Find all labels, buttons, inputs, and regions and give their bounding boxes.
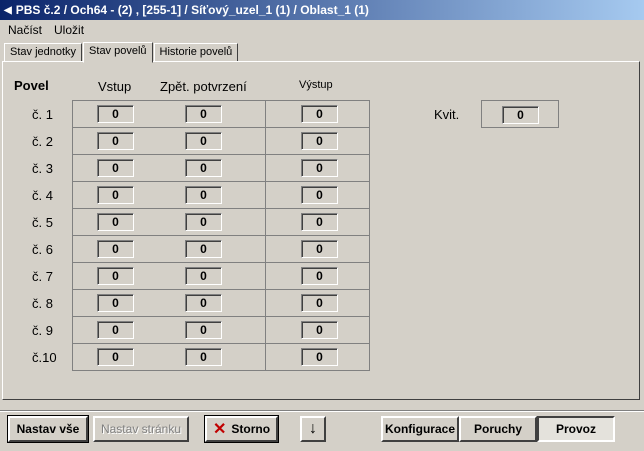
set-all-label: Nastav vše <box>16 422 80 436</box>
operation-button[interactable]: Provoz <box>537 416 615 442</box>
set-page-label: Nastav stránku <box>100 422 182 436</box>
row-label: č. 5 <box>32 215 53 230</box>
cell-zpet: 0 <box>185 159 222 177</box>
row-label: č. 7 <box>32 269 53 284</box>
cell-vstup: 0 <box>97 132 134 150</box>
operation-label: Provoz <box>555 422 596 436</box>
cell-zpet: 0 <box>185 321 222 339</box>
cell-zpet: 0 <box>185 267 222 285</box>
row-label: č. 2 <box>32 134 53 149</box>
column-header-vstup: Vstup <box>98 79 132 94</box>
red-x-icon: ✕ <box>212 421 227 438</box>
table-row: 0 0 0 <box>73 182 369 209</box>
kvit-label: Kvit. <box>434 107 460 122</box>
cell-zpet: 0 <box>185 240 222 258</box>
kvit-value: 0 <box>502 106 539 124</box>
table-row: 0 0 0 <box>73 128 369 155</box>
cell-zpet: 0 <box>185 213 222 231</box>
cell-vstup: 0 <box>97 267 134 285</box>
column-header-vystup: Výstup <box>299 79 333 91</box>
cell-vystup: 0 <box>301 213 338 231</box>
tab-strip: Stav jednotky Stav povelů Historie povel… <box>4 41 239 63</box>
column-header-zpet: Zpět. potvrzení <box>160 79 247 94</box>
config-label: Konfigurace <box>384 422 455 436</box>
cell-vstup: 0 <box>97 321 134 339</box>
table-row: 0 0 0 <box>73 155 369 182</box>
down-arrow-icon: ↓ <box>309 420 317 437</box>
menu-load[interactable]: Načíst <box>0 23 46 37</box>
cell-vystup: 0 <box>301 240 338 258</box>
cell-zpet: 0 <box>185 186 222 204</box>
table-row: 0 0 0 <box>73 101 369 128</box>
config-button[interactable]: Konfigurace <box>381 416 459 442</box>
table-row: 0 0 0 <box>73 317 369 344</box>
kvit-box: 0 <box>481 100 559 128</box>
row-label: č. 6 <box>32 242 53 257</box>
table-row: 0 0 0 <box>73 209 369 236</box>
cell-vystup: 0 <box>301 186 338 204</box>
cell-vystup: 0 <box>301 321 338 339</box>
button-bar: Nastav vše Nastav stránku ✕ Storno ↓ Kon… <box>0 408 644 451</box>
cell-vystup: 0 <box>301 159 338 177</box>
set-page-button[interactable]: Nastav stránku <box>93 416 189 442</box>
cell-vystup: 0 <box>301 267 338 285</box>
cell-vstup: 0 <box>97 159 134 177</box>
row-label: č. 8 <box>32 296 53 311</box>
window-titlebar[interactable]: ◀ PBS č.2 / Och64 - (2) , [255-1] / Síťo… <box>0 0 644 20</box>
tab-historie-povelu[interactable]: Historie povelů <box>153 43 239 62</box>
cell-zpet: 0 <box>185 348 222 366</box>
down-arrow-button[interactable]: ↓ <box>300 416 326 442</box>
cancel-label: Storno <box>231 422 271 436</box>
row-label: č. 1 <box>32 107 53 122</box>
row-label: č. 3 <box>32 161 53 176</box>
faults-button[interactable]: Poruchy <box>459 416 537 442</box>
cancel-button[interactable]: ✕ Storno <box>204 415 279 443</box>
row-label: č. 9 <box>32 323 53 338</box>
cell-vstup: 0 <box>97 105 134 123</box>
menu-save[interactable]: Uložit <box>46 23 88 37</box>
cell-vystup: 0 <box>301 294 338 312</box>
cell-vystup: 0 <box>301 348 338 366</box>
app-icon: ◀ <box>4 4 12 16</box>
set-all-button[interactable]: Nastav vše <box>7 415 89 443</box>
cell-zpet: 0 <box>185 294 222 312</box>
table-row: 0 0 0 <box>73 290 369 317</box>
column-header-povel: Povel <box>14 78 49 93</box>
table-row: 0 0 0 <box>73 263 369 290</box>
cell-vystup: 0 <box>301 132 338 150</box>
row-label: č.10 <box>32 350 57 365</box>
window-title: PBS č.2 / Och64 - (2) , [255-1] / Síťový… <box>15 3 369 17</box>
cell-vystup: 0 <box>301 105 338 123</box>
tab-stav-povelu[interactable]: Stav povelů <box>83 42 153 63</box>
table-row: 0 0 0 <box>73 236 369 263</box>
cell-zpet: 0 <box>185 132 222 150</box>
cell-vstup: 0 <box>97 240 134 258</box>
cell-vstup: 0 <box>97 294 134 312</box>
cell-zpet: 0 <box>185 105 222 123</box>
tab-stav-jednotky[interactable]: Stav jednotky <box>4 43 83 62</box>
table-row: 0 0 0 <box>73 344 369 371</box>
command-grid: 0 0 0 0 0 0 0 0 0 0 0 0 0 0 0 0 0 0 0 0 0 0 0 0 0 0 0 0 0 0 <box>72 100 370 371</box>
cell-vstup: 0 <box>97 348 134 366</box>
cell-vstup: 0 <box>97 186 134 204</box>
cell-vstup: 0 <box>97 213 134 231</box>
menu-bar: Načíst Uložit <box>0 21 88 39</box>
faults-label: Poruchy <box>473 422 522 436</box>
row-label: č. 4 <box>32 188 53 203</box>
